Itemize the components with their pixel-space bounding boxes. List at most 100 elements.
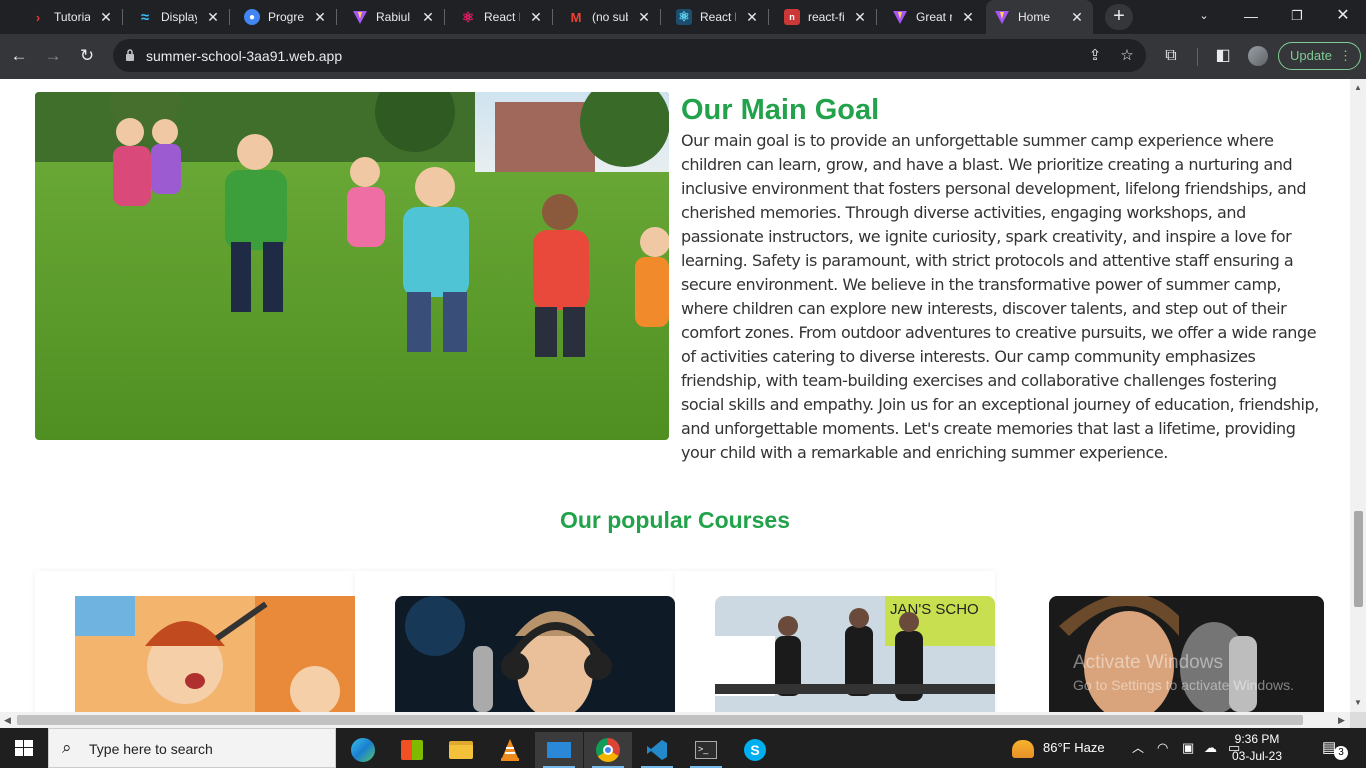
page-viewport: Our Main Goal Our main goal is to provid…	[0, 79, 1350, 712]
windows-taskbar: ⌕ Type here to search >_ S 86°F Haze ︿ ◠…	[0, 728, 1366, 768]
activate-windows-hint: Go to Settings to activate Windows.	[1073, 677, 1294, 693]
close-tab-icon[interactable]: ✕	[1069, 9, 1085, 25]
search-placeholder: Type here to search	[89, 741, 213, 757]
tab-separator	[876, 9, 877, 25]
weather-text[interactable]: 86°F Haze	[1043, 728, 1105, 768]
tab-search-icon[interactable]: ⌄	[1181, 0, 1227, 34]
show-hidden-icons-chevron-icon[interactable]: ︿	[1132, 728, 1144, 768]
vlc-icon[interactable]	[486, 732, 534, 768]
vertical-scrollbar[interactable]: ▲ ▼	[1350, 79, 1366, 712]
tab-title: Home	[1018, 10, 1051, 24]
weather-icon[interactable]	[1012, 728, 1034, 768]
close-window-button[interactable]: ✕	[1320, 0, 1366, 34]
course-image-singing-child	[75, 596, 355, 712]
side-panel-icon[interactable]: ◧	[1212, 45, 1234, 67]
scrollbar-corner	[1350, 712, 1366, 728]
close-tab-icon[interactable]: ✕	[852, 9, 868, 25]
edge-icon[interactable]	[339, 732, 387, 768]
browser-tab[interactable]: n react-fi ✕	[776, 0, 877, 34]
network-icon[interactable]: ◠	[1157, 728, 1168, 768]
extensions-puzzle-icon[interactable]: ⧉	[1160, 45, 1182, 67]
tab-title: React I	[484, 10, 520, 24]
profile-avatar[interactable]	[1248, 46, 1268, 66]
react-icon: ⚛	[676, 9, 692, 25]
meet-now-icon[interactable]: ▣	[1182, 728, 1194, 768]
taskbar-search-box[interactable]: ⌕ Type here to search	[48, 728, 336, 768]
close-tab-icon[interactable]: ✕	[420, 9, 436, 25]
tab-title: Great r	[916, 10, 952, 24]
browser-toolbar: ← → ↻ summer-school-3aa91.web.app ⇪ ☆ ⧉ …	[0, 34, 1366, 79]
tab-separator	[552, 9, 553, 25]
onedrive-icon[interactable]: ☁	[1204, 728, 1217, 768]
horizontal-scroll-thumb[interactable]	[17, 715, 1303, 725]
vscode-icon[interactable]	[633, 732, 681, 768]
notification-center-icon[interactable]: ▤ 3	[1322, 738, 1348, 760]
more-menu-icon: ⋮	[1339, 48, 1352, 63]
browser-tab[interactable]: ● Progress ✕	[236, 0, 337, 34]
minimize-button[interactable]: —	[1228, 0, 1274, 34]
tab-separator	[229, 9, 230, 25]
chevron-icon: ›	[35, 9, 41, 25]
update-button[interactable]: Update ⋮	[1278, 42, 1361, 70]
browser-tab[interactable]: M (no sub ✕	[560, 0, 661, 34]
scroll-right-arrow-icon[interactable]: ▶	[1338, 715, 1345, 726]
terminal-icon[interactable]: >_	[682, 732, 730, 768]
browser-tab[interactable]: › Tutorial ✕	[22, 0, 123, 34]
lock-icon	[125, 48, 135, 62]
browser-tab[interactable]: Rabiul ✕	[344, 0, 445, 34]
vertical-scroll-thumb[interactable]	[1354, 511, 1363, 607]
update-label: Update	[1290, 48, 1332, 63]
browser-tab-active[interactable]: Home ✕	[986, 0, 1093, 34]
vite-icon	[892, 9, 908, 25]
tab-strip: › Tutorial ✕ ≈ Display ✕ ● Progress ✕ Ra…	[0, 0, 1366, 34]
tab-separator	[444, 9, 445, 25]
tab-title: (no sub	[592, 10, 628, 24]
chrome-icon[interactable]	[584, 732, 632, 768]
gmail-icon: M	[570, 9, 582, 25]
close-tab-icon[interactable]: ✕	[205, 9, 221, 25]
vite-icon	[352, 9, 368, 25]
vite-icon	[994, 9, 1010, 25]
close-tab-icon[interactable]: ✕	[98, 9, 114, 25]
toolbar-divider	[1197, 48, 1198, 66]
horizontal-scrollbar[interactable]: ◀ ▶	[0, 712, 1350, 728]
tab-separator	[122, 9, 123, 25]
browser-tab[interactable]: Great r ✕	[884, 0, 984, 34]
main-goal-heading: Our Main Goal	[681, 94, 880, 126]
bookmark-star-icon[interactable]: ☆	[1118, 47, 1136, 65]
reload-icon[interactable]: ↻	[73, 42, 101, 70]
clock-time: 9:36 PM	[1234, 732, 1280, 746]
new-tab-button[interactable]: +	[1105, 4, 1133, 30]
forward-arrow-icon[interactable]: →	[39, 42, 67, 70]
search-icon: ⌕	[62, 738, 72, 757]
windows-start-icon[interactable]	[0, 728, 48, 768]
browser-tab[interactable]: ≈ Display ✕	[129, 0, 230, 34]
tab-title: React F	[700, 10, 736, 24]
scroll-up-arrow-icon[interactable]: ▲	[1354, 83, 1362, 92]
restore-button[interactable]: ❐	[1274, 0, 1320, 34]
share-icon[interactable]: ⇪	[1086, 47, 1104, 65]
progress-icon: ●	[244, 9, 260, 25]
tab-title: Tutorial	[54, 10, 90, 24]
microsoft-store-icon[interactable]	[388, 732, 436, 768]
close-tab-icon[interactable]: ✕	[744, 9, 760, 25]
scroll-down-arrow-icon[interactable]: ▼	[1354, 698, 1362, 707]
close-tab-icon[interactable]: ✕	[528, 9, 544, 25]
clock-date: 03-Jul-23	[1231, 749, 1283, 763]
scroll-left-arrow-icon[interactable]: ◀	[4, 715, 11, 726]
tab-title: Display	[161, 10, 197, 24]
activate-windows-watermark: Activate Windows	[1073, 652, 1223, 673]
file-explorer-icon[interactable]	[437, 732, 485, 768]
close-tab-icon[interactable]: ✕	[636, 9, 652, 25]
browser-tab[interactable]: ⚛ React I ✕	[452, 0, 553, 34]
mail-icon[interactable]	[535, 732, 583, 768]
address-bar[interactable]: summer-school-3aa91.web.app ⇪ ☆	[113, 39, 1146, 72]
skype-icon[interactable]: S	[731, 732, 779, 768]
tab-title: Progress	[268, 10, 304, 24]
back-arrow-icon[interactable]: ←	[5, 42, 33, 70]
browser-tab[interactable]: ⚛ React F ✕	[668, 0, 769, 34]
close-tab-icon[interactable]: ✕	[312, 9, 328, 25]
react-icon: ⚛	[461, 8, 475, 25]
system-clock[interactable]: 9:36 PM 03-Jul-23	[1222, 731, 1292, 765]
close-tab-icon[interactable]: ✕	[960, 9, 976, 25]
